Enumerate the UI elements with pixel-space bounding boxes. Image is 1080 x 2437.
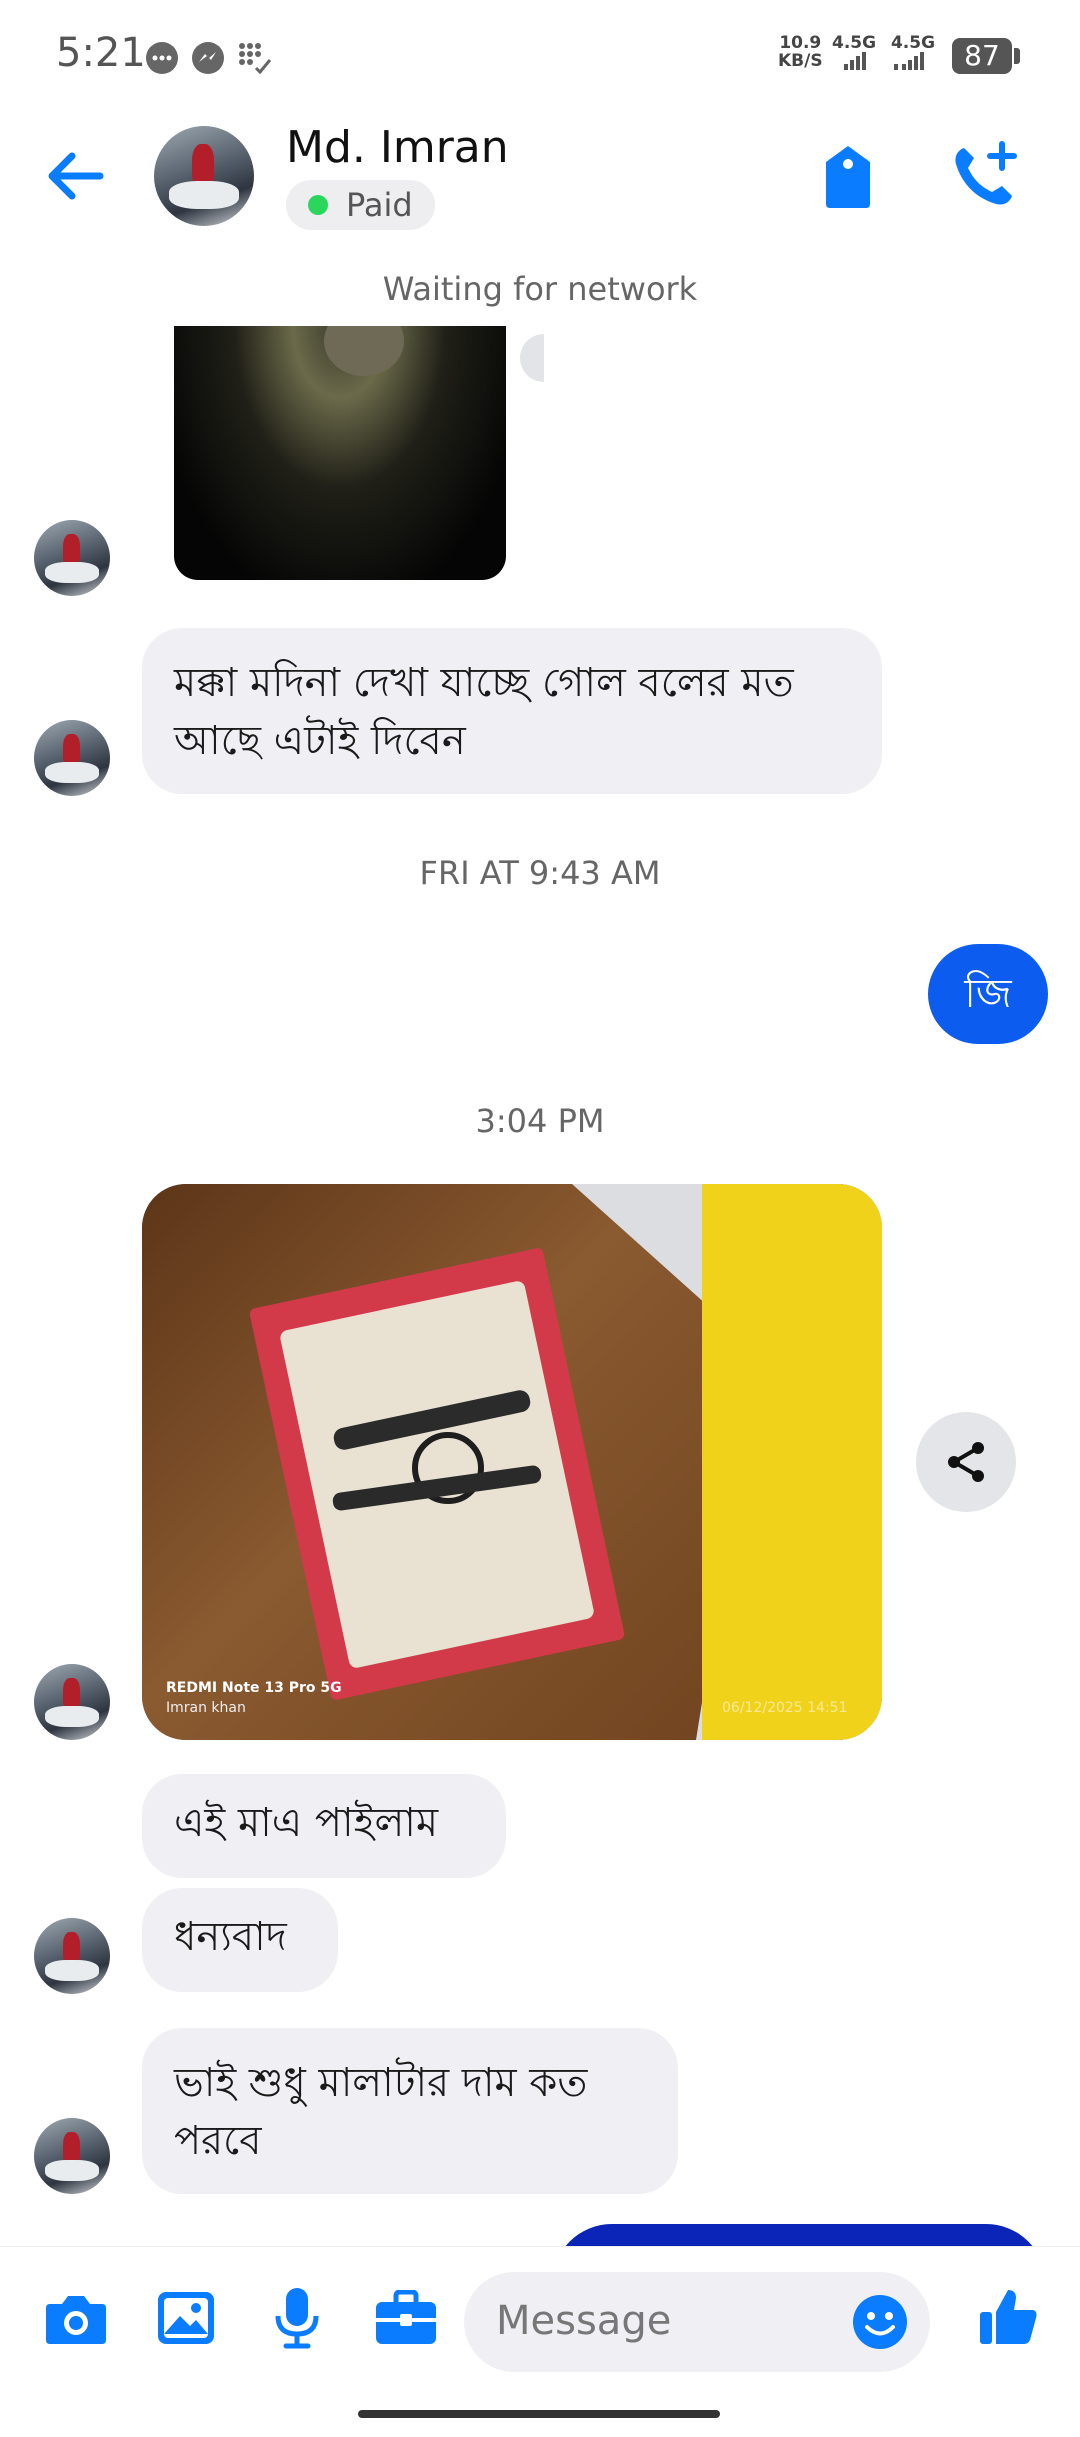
eye-pupil xyxy=(324,326,404,376)
photo-watermark-date: 06/12/2025 14:51 xyxy=(722,1700,848,1716)
photo-watermark-name: Imran khan xyxy=(166,1700,246,1716)
back-arrow-icon[interactable] xyxy=(44,148,108,204)
eye-image[interactable] xyxy=(174,326,506,580)
battery-tip xyxy=(1014,48,1020,64)
messages-notification-icon xyxy=(146,42,178,74)
tag-icon[interactable] xyxy=(820,144,876,210)
sender-avatar[interactable] xyxy=(34,520,110,596)
briefcase-icon[interactable] xyxy=(374,2290,438,2346)
network-status: Waiting for network xyxy=(382,270,698,308)
microphone-icon[interactable] xyxy=(272,2286,322,2350)
share-button[interactable] xyxy=(916,1412,1016,1512)
net-speed: 10.9 KB/S xyxy=(778,33,823,71)
battery-indicator: 87 xyxy=(952,38,1012,74)
gallery-icon[interactable] xyxy=(156,2290,216,2346)
photo-yellow-bg xyxy=(702,1184,882,1740)
incoming-message[interactable]: এই মাএ পাইলাম xyxy=(142,1774,506,1878)
sender-avatar[interactable] xyxy=(34,1664,110,1740)
timestamp: FRI AT 9:43 AM xyxy=(419,854,661,892)
signal-2: 4.5G xyxy=(890,34,936,74)
status-time: 5:21 xyxy=(56,30,146,76)
outgoing-message[interactable]: জি xyxy=(928,944,1048,1044)
signal-bars-icon xyxy=(844,52,867,70)
camera-icon[interactable] xyxy=(44,2290,108,2346)
home-indicator[interactable] xyxy=(358,2410,720,2418)
sender-avatar[interactable] xyxy=(34,2118,110,2194)
emoji-icon[interactable] xyxy=(852,2294,908,2350)
add-call-icon[interactable] xyxy=(950,140,1020,210)
like-icon[interactable] xyxy=(978,2286,1040,2348)
messenger-notification-icon xyxy=(192,42,224,74)
sender-avatar[interactable] xyxy=(34,720,110,796)
share-button-partial[interactable] xyxy=(520,334,544,382)
signal-1: 4.5G xyxy=(832,34,876,74)
incoming-message[interactable]: ভাই শুধু মালাটার দাম কত পরবে xyxy=(142,2028,678,2194)
dots-notification-icon xyxy=(239,43,272,75)
paid-label: Paid xyxy=(346,186,413,224)
share-icon xyxy=(948,1442,984,1482)
signal-bars-icon xyxy=(894,52,924,70)
incoming-message[interactable]: মক্কা মদিনা দেখা যাচ্ছে গোল বলের মত আছে … xyxy=(142,628,882,794)
contact-avatar[interactable] xyxy=(154,126,254,226)
paid-badge[interactable]: Paid xyxy=(286,180,435,230)
timestamp: 3:04 PM xyxy=(475,1102,605,1140)
message-placeholder: Message xyxy=(496,2298,672,2344)
photo-watermark-model: REDMI Note 13 Pro 5G xyxy=(166,1680,342,1696)
message-input[interactable]: Message xyxy=(464,2272,930,2372)
incoming-message[interactable]: ধন্যবাদ xyxy=(142,1888,338,1992)
bracelet-photo[interactable]: REDMI Note 13 Pro 5G Imran khan 06/12/20… xyxy=(142,1184,882,1740)
contact-name[interactable]: Md. Imran xyxy=(286,122,509,173)
online-dot xyxy=(308,195,328,215)
sender-avatar[interactable] xyxy=(34,1918,110,1994)
